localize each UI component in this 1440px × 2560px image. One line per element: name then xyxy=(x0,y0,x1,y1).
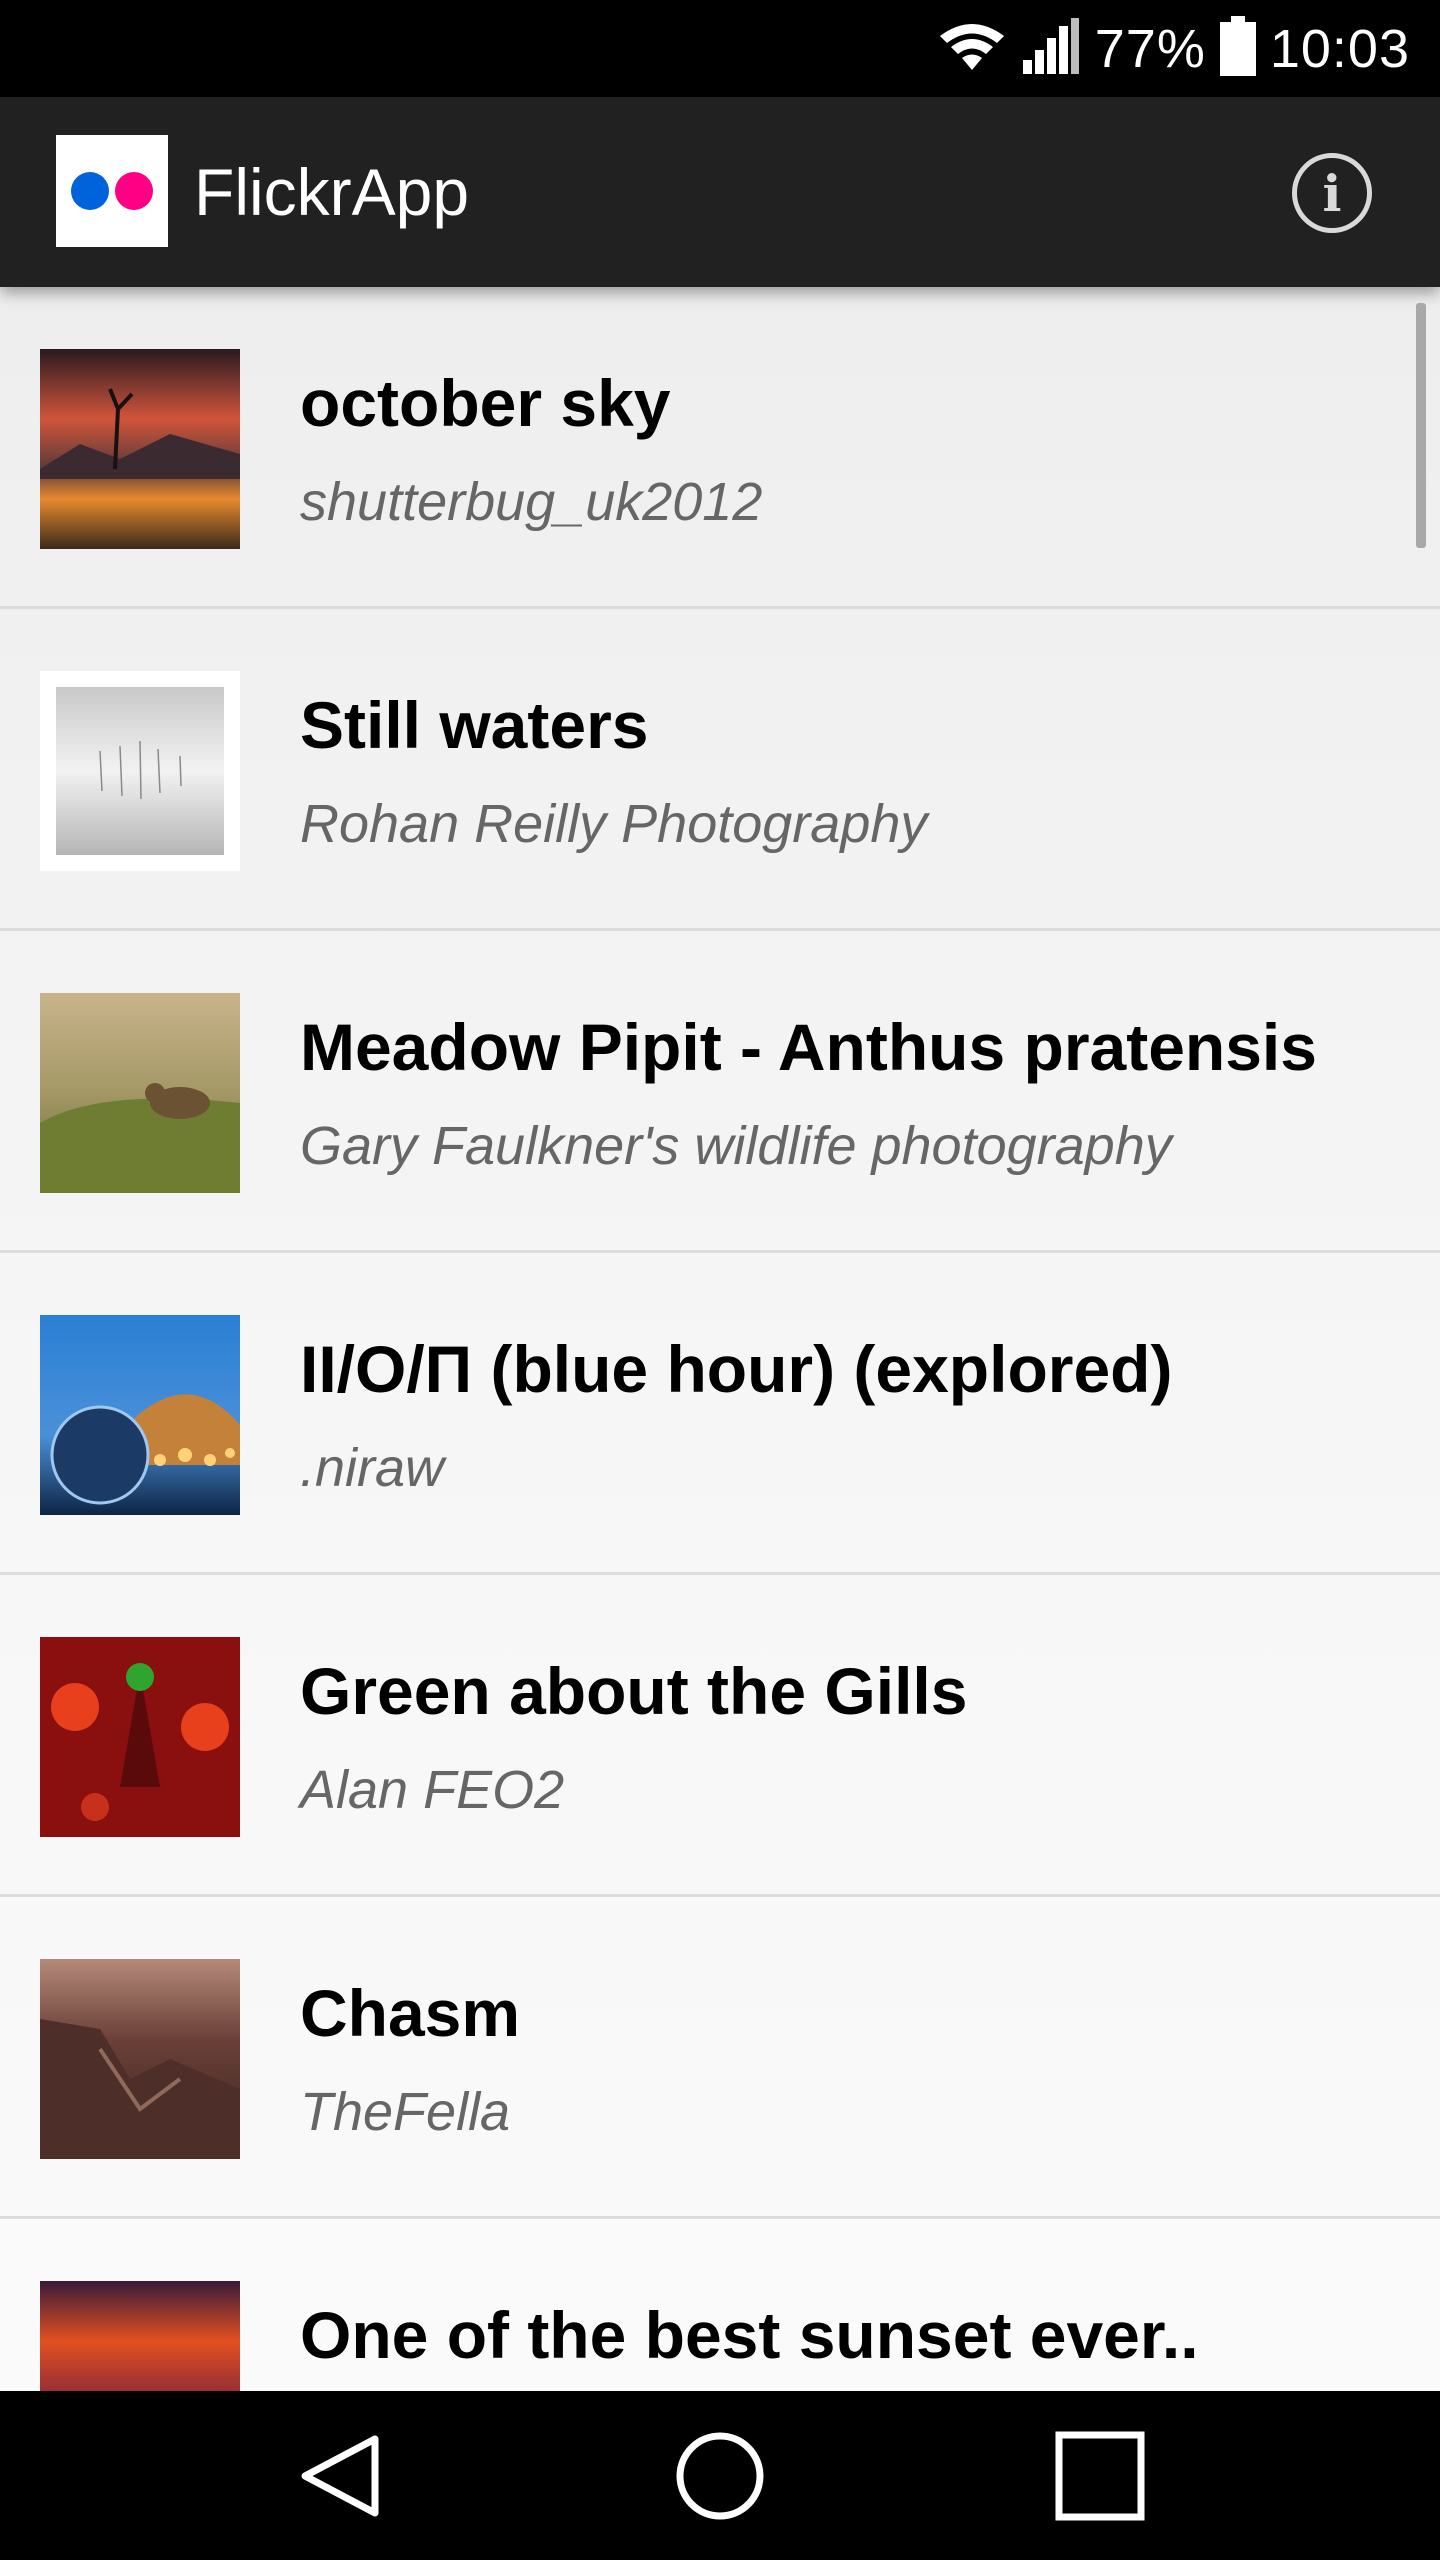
signal-icon xyxy=(1021,16,1081,81)
back-icon xyxy=(301,2435,379,2516)
status-bar: 77% 10:03 xyxy=(0,0,1440,97)
photo-title: Meadow Pipit - Anthus pratensis xyxy=(300,1010,1317,1084)
photo-author: Alan FEO2 xyxy=(300,1760,565,1820)
clock: 10:03 xyxy=(1269,18,1410,79)
photo-thumbnail xyxy=(40,671,240,871)
info-button[interactable]: i xyxy=(1292,153,1372,233)
app-bar: FlickrApp i xyxy=(0,97,1440,287)
info-icon: i xyxy=(1322,163,1342,223)
scrollbar[interactable] xyxy=(1416,303,1426,548)
logo-pink-dot xyxy=(115,172,153,210)
list-item[interactable]: One of the best sunset ever.. xyxy=(0,2219,1440,2391)
photo-title: Chasm xyxy=(300,1976,521,2050)
photo-title: ІІ/О/П (blue hour) (explored) xyxy=(300,1332,1173,1406)
photo-title: Still waters xyxy=(300,688,649,762)
photo-thumbnail xyxy=(40,1637,240,1837)
photo-title: Green about the Gills xyxy=(300,1654,968,1728)
logo-blue-dot xyxy=(71,172,109,210)
back-button[interactable] xyxy=(245,2391,435,2560)
photo-author: Rohan Reilly Photography xyxy=(300,794,928,854)
photo-author: .niraw xyxy=(300,1438,445,1498)
photo-thumbnail xyxy=(40,1959,240,2159)
photo-thumbnail xyxy=(40,993,240,1193)
home-button[interactable] xyxy=(625,2391,815,2560)
list-item[interactable]: Meadow Pipit - Anthus pratensis Gary Fau… xyxy=(0,931,1440,1253)
list-item[interactable]: Chasm TheFella xyxy=(0,1897,1440,2219)
list-item[interactable]: Still waters Rohan Reilly Photography xyxy=(0,609,1440,931)
wifi-icon xyxy=(937,18,1007,79)
list-item[interactable]: october sky shutterbug_uk2012 xyxy=(0,287,1440,609)
photo-thumbnail xyxy=(40,349,240,549)
photo-list[interactable]: october sky shutterbug_uk2012 Still wate… xyxy=(0,287,1440,2391)
photo-title: One of the best sunset ever.. xyxy=(300,2298,1199,2372)
home-icon xyxy=(676,2432,764,2519)
status-icons: 77% 10:03 xyxy=(937,0,1410,97)
recents-icon xyxy=(1055,2431,1145,2520)
photo-thumbnail xyxy=(40,1315,240,1515)
navigation-bar xyxy=(0,2391,1440,2560)
photo-author: Gary Faulkner's wildlife photography xyxy=(300,1116,1172,1176)
battery-percent: 77% xyxy=(1094,18,1206,79)
list-item[interactable]: ІІ/О/П (blue hour) (explored) .niraw xyxy=(0,1253,1440,1575)
recents-button[interactable] xyxy=(1005,2391,1195,2560)
photo-author: TheFella xyxy=(300,2082,511,2142)
photo-thumbnail xyxy=(40,2281,240,2391)
battery-icon xyxy=(1219,16,1256,81)
photo-title: october sky xyxy=(300,366,671,440)
list-item[interactable]: Green about the Gills Alan FEO2 xyxy=(0,1575,1440,1897)
app-title: FlickrApp xyxy=(194,155,470,229)
photo-author: shutterbug_uk2012 xyxy=(300,472,763,532)
flickr-logo-icon xyxy=(56,135,168,247)
